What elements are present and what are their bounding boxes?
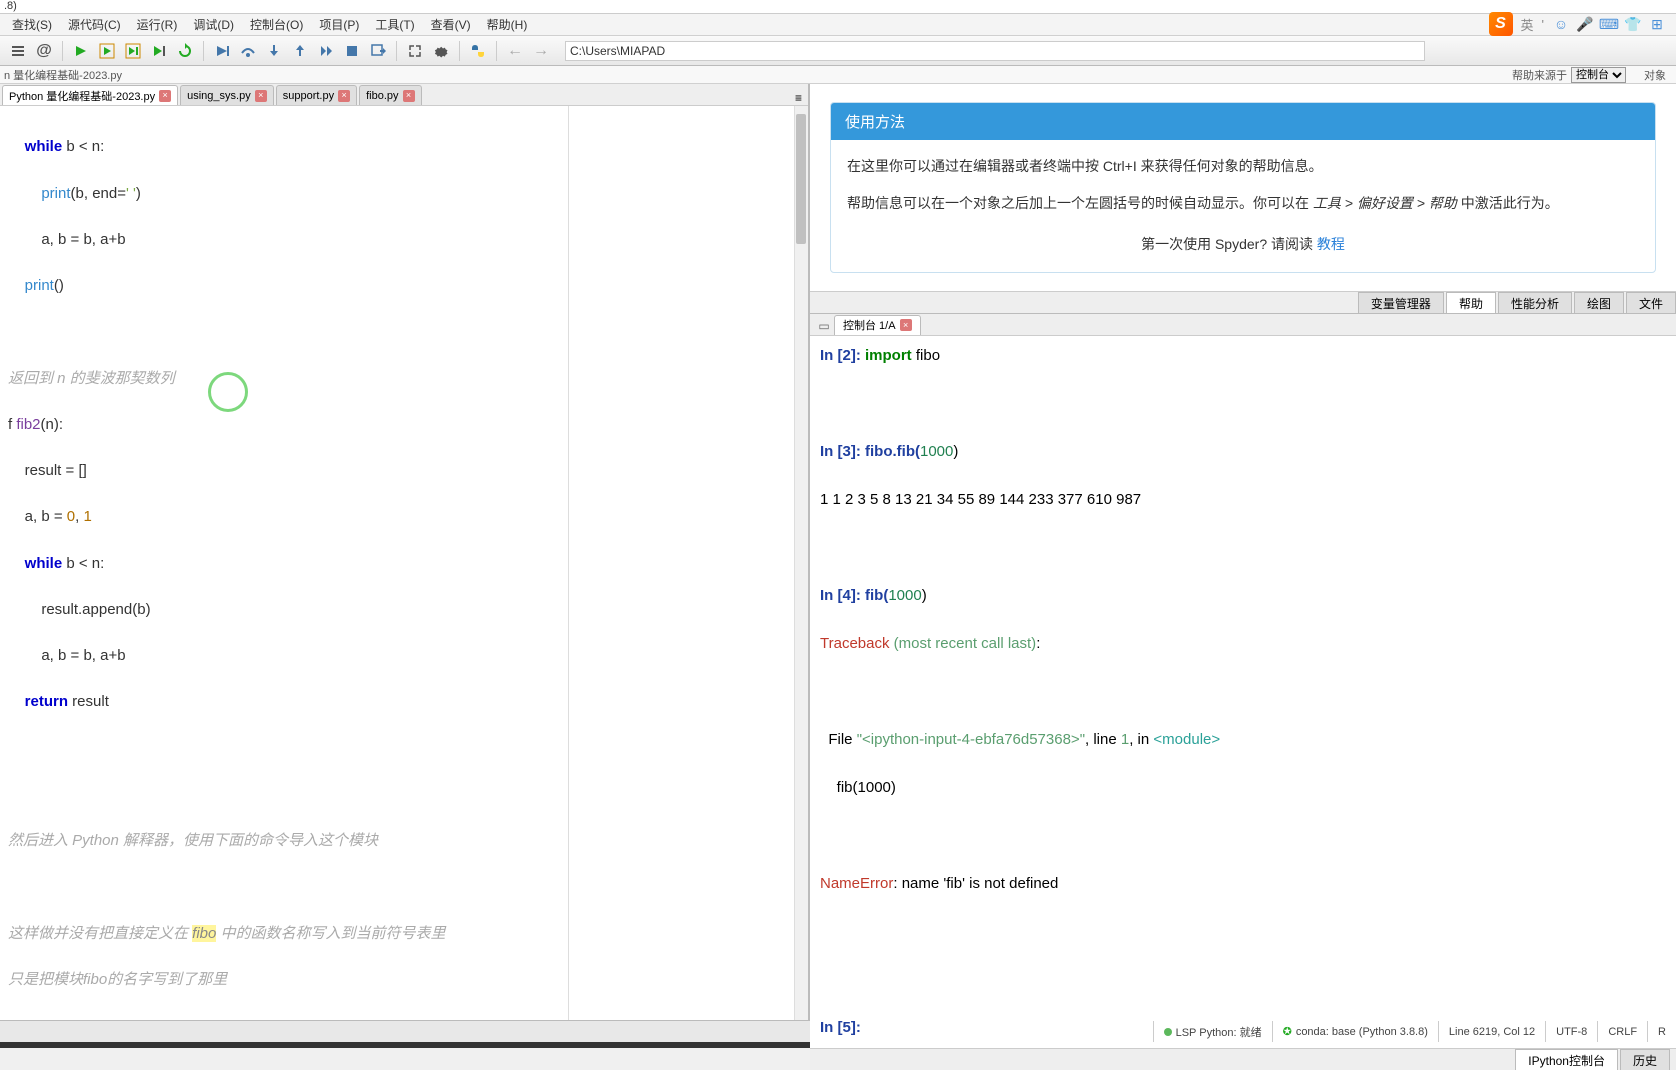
help-pane: 使用方法 在这里你可以通过在编辑器或者终端中按 Ctrl+I 来获得任何对象的帮… bbox=[810, 84, 1676, 314]
ime-skin-icon[interactable]: 👕 bbox=[1624, 15, 1642, 33]
editor-tab-fibo[interactable]: fibo.py× bbox=[359, 85, 421, 105]
toolbar: @ ← → C:\Users\MIAPAD bbox=[0, 36, 1676, 66]
help-source-select[interactable]: 控制台 bbox=[1571, 67, 1626, 83]
run-icon[interactable] bbox=[69, 39, 93, 63]
python-path-icon[interactable] bbox=[466, 39, 490, 63]
continue-icon[interactable] bbox=[314, 39, 338, 63]
editor-pane: Python 量化编程基础-2023.py× using_sys.py× sup… bbox=[0, 84, 810, 1020]
editor-tab-main[interactable]: Python 量化编程基础-2023.py× bbox=[2, 85, 178, 105]
tab-profiler[interactable]: 性能分析 bbox=[1498, 292, 1572, 313]
editor-tab-support[interactable]: support.py× bbox=[276, 85, 357, 105]
step-out-icon[interactable] bbox=[288, 39, 312, 63]
forward-icon[interactable]: → bbox=[529, 39, 553, 63]
ime-lang[interactable]: 英 bbox=[1521, 15, 1534, 34]
close-icon[interactable]: × bbox=[900, 319, 912, 331]
tab-plots[interactable]: 绘图 bbox=[1574, 292, 1624, 313]
right-pane: 使用方法 在这里你可以通过在编辑器或者终端中按 Ctrl+I 来获得任何对象的帮… bbox=[810, 84, 1676, 1020]
console-pane: ▭ 控制台 1/A× In [2]: import fibo In [3]: f… bbox=[810, 314, 1676, 1070]
step-in-icon[interactable] bbox=[262, 39, 286, 63]
menu-run[interactable]: 运行(R) bbox=[129, 14, 186, 35]
help-tabs: 变量管理器 帮助 性能分析 绘图 文件 bbox=[810, 291, 1676, 313]
editor-tab-using-sys[interactable]: using_sys.py× bbox=[180, 85, 274, 105]
console-tab-1[interactable]: 控制台 1/A× bbox=[834, 315, 921, 335]
menu-view[interactable]: 查看(V) bbox=[423, 14, 479, 35]
status-dot-icon bbox=[1164, 1028, 1172, 1036]
ime-user-icon[interactable]: ☺ bbox=[1552, 15, 1570, 33]
code-editor[interactable]: while b < n: print(b, end=' ') a, b = b,… bbox=[0, 106, 808, 1020]
menu-project[interactable]: 项目(P) bbox=[311, 14, 367, 35]
ime-toolbox-icon[interactable]: ⊞ bbox=[1648, 15, 1666, 33]
main-area: Python 量化编程基础-2023.py× using_sys.py× sup… bbox=[0, 84, 1676, 1020]
menu-console[interactable]: 控制台(O) bbox=[242, 14, 311, 35]
working-dir-input[interactable]: C:\Users\MIAPAD bbox=[565, 41, 1425, 61]
close-icon[interactable]: × bbox=[159, 90, 171, 102]
tab-menu-icon[interactable]: ≡ bbox=[789, 91, 808, 105]
menu-tools[interactable]: 工具(T) bbox=[367, 14, 422, 35]
status-eol[interactable]: CRLF bbox=[1597, 1021, 1647, 1042]
editor-tabs: Python 量化编程基础-2023.py× using_sys.py× sup… bbox=[0, 84, 808, 106]
menu-bar: 查找(S) 源代码(C) 运行(R) 调试(D) 控制台(O) 项目(P) 工具… bbox=[0, 14, 1676, 36]
exit-debug-icon[interactable] bbox=[366, 39, 390, 63]
back-icon[interactable]: ← bbox=[503, 39, 527, 63]
help-text-1: 在这里你可以通过在编辑器或者终端中按 Ctrl+I 来获得任何对象的帮助信息。 bbox=[847, 154, 1639, 179]
breadcrumb: n 量化编程基础-2023.py 帮助来源于 控制台 对象 bbox=[0, 66, 1676, 84]
settings-icon[interactable] bbox=[429, 39, 453, 63]
status-encoding[interactable]: UTF-8 bbox=[1545, 1021, 1597, 1042]
status-conda[interactable]: ✪conda: base (Python 3.8.8) bbox=[1272, 1021, 1438, 1042]
rerun-icon[interactable] bbox=[173, 39, 197, 63]
debug-icon[interactable] bbox=[210, 39, 234, 63]
indent-icon[interactable] bbox=[6, 39, 30, 63]
menu-debug[interactable]: 调试(D) bbox=[185, 14, 242, 35]
help-text-2: 帮助信息可以在一个对象之后加上一个左圆括号的时候自动显示。你可以在 工具 > 偏… bbox=[847, 191, 1639, 216]
ime-bar: S 英 ' ☺ 🎤 ⌨ 👕 ⊞ bbox=[1489, 12, 1667, 36]
object-label: 对象 bbox=[1644, 67, 1666, 83]
ime-keyboard-icon[interactable]: ⌨ bbox=[1600, 15, 1618, 33]
tab-ipython-console[interactable]: IPython控制台 bbox=[1515, 1049, 1618, 1070]
sogou-logo-icon[interactable]: S bbox=[1489, 12, 1513, 36]
help-card: 使用方法 在这里你可以通过在编辑器或者终端中按 Ctrl+I 来获得任何对象的帮… bbox=[830, 102, 1656, 273]
ime-mic-icon[interactable]: 🎤 bbox=[1576, 15, 1594, 33]
help-source-label: 帮助来源于 bbox=[1512, 67, 1567, 83]
breadcrumb-path: n 量化编程基础-2023.py bbox=[4, 67, 122, 83]
stop-debug-icon[interactable] bbox=[340, 39, 364, 63]
tutorial-link[interactable]: 教程 bbox=[1317, 236, 1345, 252]
ime-sep: ' bbox=[1542, 17, 1544, 32]
close-icon[interactable]: × bbox=[403, 90, 415, 102]
console-tabs: ▭ 控制台 1/A× bbox=[810, 314, 1676, 336]
help-card-title: 使用方法 bbox=[831, 103, 1655, 140]
console-bottom-tabs: IPython控制台 历史 bbox=[810, 1048, 1676, 1070]
step-over-icon[interactable] bbox=[236, 39, 260, 63]
run-cell-advance-icon[interactable] bbox=[121, 39, 145, 63]
console-output[interactable]: In [2]: import fibo In [3]: fibo.fib(100… bbox=[810, 336, 1676, 1048]
at-icon[interactable]: @ bbox=[32, 39, 56, 63]
close-icon[interactable]: × bbox=[255, 90, 267, 102]
tab-files[interactable]: 文件 bbox=[1626, 292, 1676, 313]
console-browse-icon[interactable]: ▭ bbox=[814, 317, 834, 335]
status-lsp[interactable]: LSP Python: 就绪 bbox=[1153, 1021, 1272, 1042]
tab-history[interactable]: 历史 bbox=[1620, 1049, 1670, 1070]
status-cursor-pos: Line 6219, Col 12 bbox=[1438, 1021, 1545, 1042]
help-text-3: 第一次使用 Spyder? 请阅读 教程 bbox=[847, 232, 1639, 257]
menu-help[interactable]: 帮助(H) bbox=[479, 14, 536, 35]
tab-help[interactable]: 帮助 bbox=[1446, 292, 1496, 313]
run-selection-icon[interactable] bbox=[147, 39, 171, 63]
maximize-icon[interactable] bbox=[403, 39, 427, 63]
close-icon[interactable]: × bbox=[338, 90, 350, 102]
editor-scrollbar[interactable] bbox=[794, 106, 808, 1020]
scrollbar-thumb[interactable] bbox=[796, 114, 806, 244]
run-cell-icon[interactable] bbox=[95, 39, 119, 63]
status-rw: R bbox=[1647, 1021, 1676, 1042]
menu-find[interactable]: 查找(S) bbox=[4, 14, 60, 35]
tab-variable-explorer[interactable]: 变量管理器 bbox=[1358, 292, 1444, 313]
title-bar: .8) bbox=[0, 0, 1676, 14]
menu-source[interactable]: 源代码(C) bbox=[60, 14, 129, 35]
